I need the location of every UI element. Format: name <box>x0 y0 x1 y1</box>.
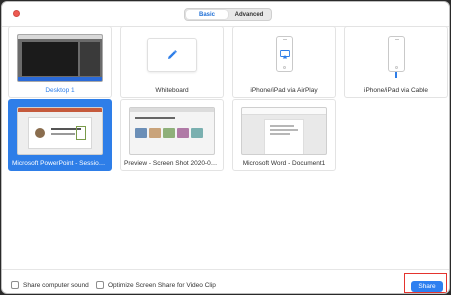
share-button[interactable]: Share <box>411 281 443 292</box>
share-sound-label: Share computer sound <box>23 281 89 289</box>
tile-desktop-1[interactable]: Desktop 1 <box>8 26 112 98</box>
tab-advanced[interactable]: Advanced <box>228 10 270 19</box>
cable-phone-icon <box>388 36 405 72</box>
tile-label: iPhone/iPad via Cable <box>364 87 428 94</box>
share-sound-checkbox[interactable] <box>11 281 19 289</box>
bottom-divider <box>2 269 449 270</box>
optimize-video-checkbox[interactable] <box>96 281 104 289</box>
tile-iphone-airplay[interactable]: iPhone/iPad via AirPlay <box>232 26 336 98</box>
tile-whiteboard[interactable]: Whiteboard <box>120 26 224 98</box>
desktop-screen-icon <box>17 34 103 82</box>
optimize-video-label: Optimize Screen Share for Video Clip <box>108 281 216 289</box>
airplay-icon <box>280 50 290 59</box>
mode-segmented-control: Basic Advanced <box>184 8 272 21</box>
whiteboard-icon <box>147 38 197 72</box>
tile-preview[interactable]: Preview - Screen Shot 2020-06-2... <box>120 99 224 171</box>
tile-word[interactable]: Microsoft Word - Document1 <box>232 99 336 171</box>
tab-basic[interactable]: Basic <box>186 10 228 19</box>
tile-powerpoint[interactable]: Microsoft PowerPoint - Session VII <box>8 99 112 171</box>
tile-label: Microsoft Word - Document1 <box>242 160 326 167</box>
close-window-button[interactable] <box>13 10 20 17</box>
share-computer-sound-option[interactable]: Share computer sound <box>11 281 89 289</box>
optimize-video-option[interactable]: Optimize Screen Share for Video Clip <box>96 281 216 289</box>
tile-label: iPhone/iPad via AirPlay <box>250 87 318 94</box>
tile-label: Desktop 1 <box>45 87 75 94</box>
powerpoint-window-icon <box>17 107 103 155</box>
tile-label: Preview - Screen Shot 2020-06-2... <box>124 160 224 167</box>
word-window-icon <box>241 107 327 155</box>
cable-icon <box>395 72 397 78</box>
tile-label: Whiteboard <box>155 87 189 94</box>
tile-label: Microsoft PowerPoint - Session VII <box>12 160 112 167</box>
share-screen-window: Basic Advanced Desktop 1 Whiteboard iPho… <box>1 1 450 294</box>
tile-iphone-cable[interactable]: iPhone/iPad via Cable <box>344 26 448 98</box>
preview-window-icon <box>129 107 215 155</box>
pencil-icon <box>168 50 177 59</box>
airplay-phone-icon <box>276 36 293 72</box>
